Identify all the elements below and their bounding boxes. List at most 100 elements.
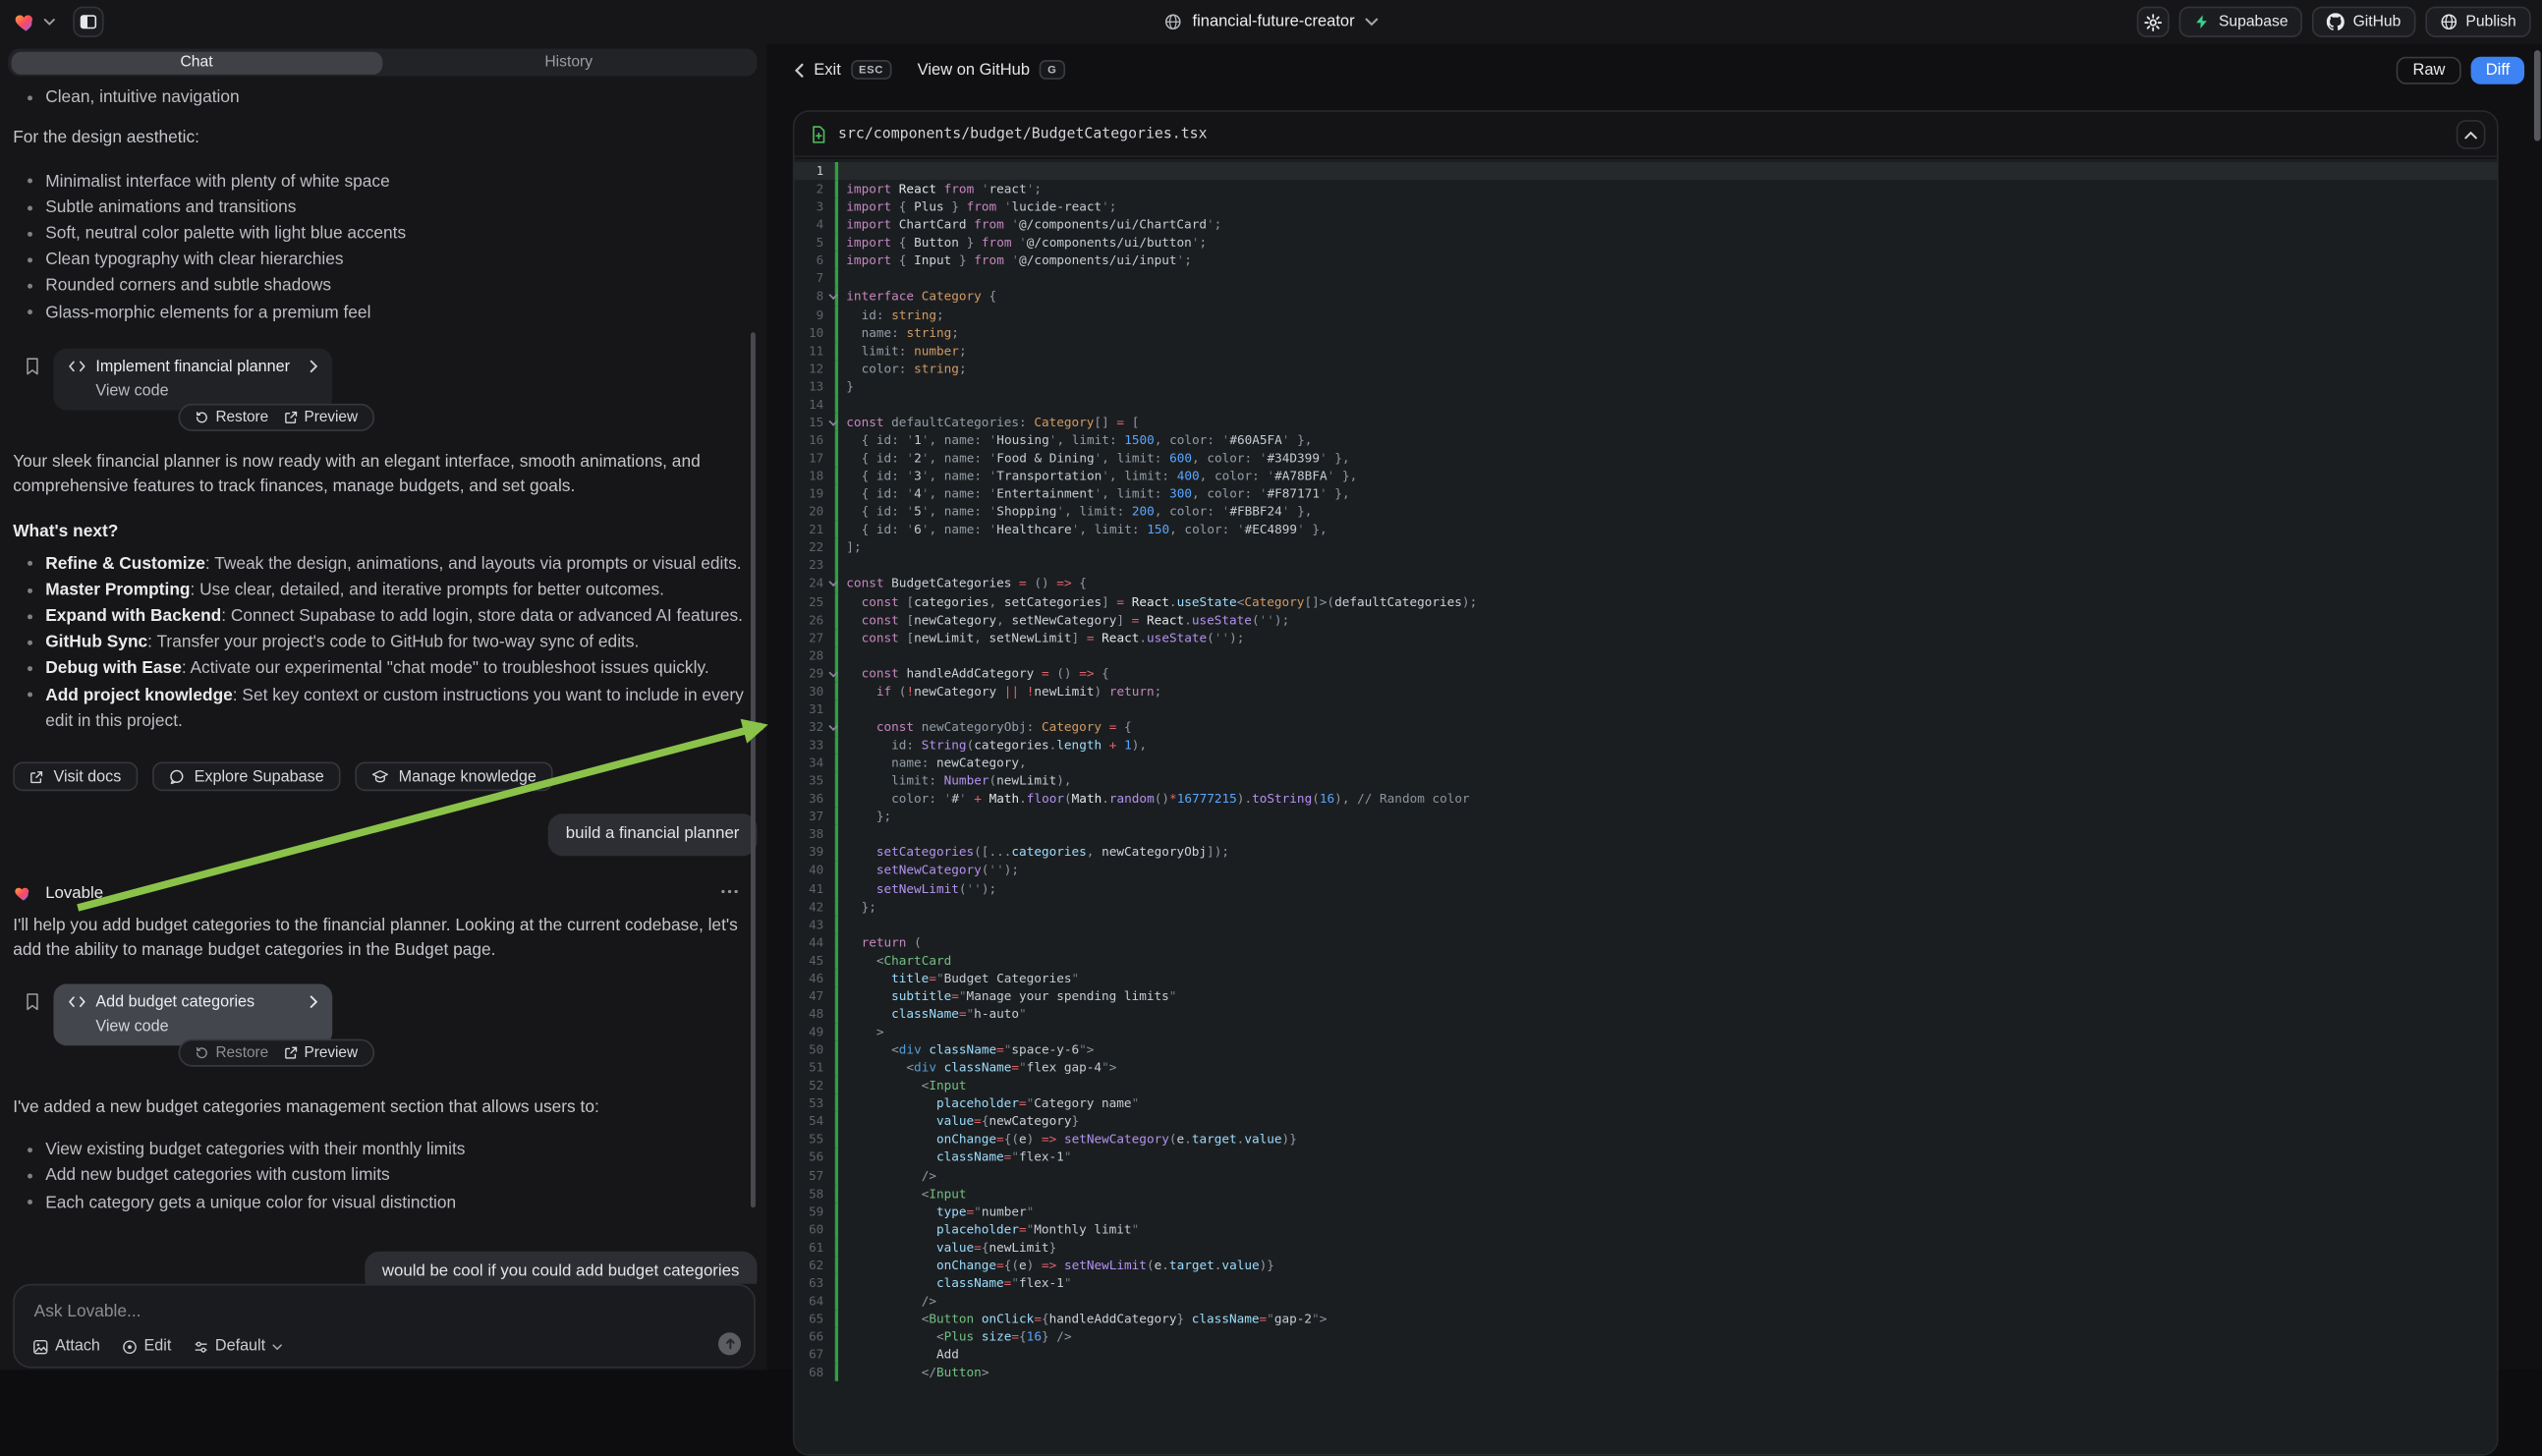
tab-chat[interactable]: Chat [11,51,383,74]
code-line-content: > [835,1023,2497,1040]
code-line-content: value={newCategory} [835,1112,2497,1130]
target-icon [121,1338,137,1355]
code-line: 23 [795,557,2498,575]
line-number: 49 [795,1023,827,1040]
tab-history[interactable]: History [382,51,755,74]
edit-card-implement-financial-planner[interactable]: Implement financial planner View code [53,348,332,410]
preview-label: Preview [304,1044,358,1061]
chat-input[interactable] [15,1285,754,1327]
code-line: 12 color: string; [795,360,2498,377]
more-options-button[interactable] [721,890,738,893]
code-lines: 12import React from 'react';3import { Pl… [795,162,2498,1381]
line-number: 48 [795,1005,827,1023]
code-line: 59 type="number" [795,1203,2498,1220]
restore-button[interactable]: Restore [195,409,268,425]
file-header[interactable]: src/components/budget/BudgetCategories.t… [795,112,2498,157]
suggestion-chips: Visit docs Explore Supabase Manage knowl… [13,762,757,792]
line-number: 17 [795,449,827,467]
manage-knowledge-button[interactable]: Manage knowledge [355,762,552,792]
edit-mode-button[interactable]: Edit [121,1337,171,1355]
code-line: 67 Add [795,1346,2498,1364]
diff-toggle-button[interactable]: Diff [2471,56,2524,84]
assistant-name: Lovable [45,884,103,902]
exit-button[interactable]: Exit ESC [795,60,892,80]
code-line-content: { id: '1', name: 'Housing', limit: 1500,… [835,431,2497,449]
line-number: 25 [795,592,827,610]
code-line: 7 [795,270,2498,288]
window-scrollbar[interactable] [2534,50,2540,140]
app-window: financial-future-creator Supabase [0,0,2542,1370]
edit-card-add-budget-categories[interactable]: Add budget categories View code [53,983,332,1045]
list-item: GitHub Sync: Transfer your project's cod… [45,630,757,656]
edit-card-title: Add budget categories [95,993,254,1011]
code-line: 40 setNewCategory(''); [795,862,2498,879]
publish-button[interactable]: Publish [2425,7,2531,37]
restore-button[interactable]: Restore [195,1044,268,1061]
line-number: 66 [795,1327,827,1345]
code-line-content: color: string; [835,360,2497,377]
preview-button[interactable]: Preview [283,409,358,425]
list-item: Clean typography with clear hierarchies [45,247,757,273]
line-number: 44 [795,933,827,951]
attach-button[interactable]: Attach [32,1337,100,1355]
code-line-content: name: newCategory, [835,754,2497,771]
view-on-github-button[interactable]: View on GitHub G [918,60,1065,80]
bookmark-icon[interactable] [25,357,41,376]
explore-supabase-button[interactable]: Explore Supabase [152,762,341,792]
code-line-content: subtitle="Manage your spending limits" [835,987,2497,1005]
code-line: 27 const [newLimit, setNewLimit] = React… [795,629,2498,646]
code-line-content: import ChartCard from '@/components/ui/C… [835,216,2497,234]
model-mode-dropdown[interactable]: Default [193,1337,282,1355]
code-editor[interactable]: 12import React from 'react';3import { Pl… [795,159,2498,1454]
chevron-down-icon [272,1343,282,1350]
code-line: 45 <ChartCard [795,951,2498,969]
raw-toggle-button[interactable]: Raw [2397,56,2461,84]
supabase-icon [2194,13,2211,30]
github-button[interactable]: GitHub [2312,7,2415,37]
code-line: 56 className="flex-1" [795,1148,2498,1166]
line-number: 57 [795,1166,827,1184]
collapse-file-button[interactable] [2457,120,2486,149]
bookmark-icon[interactable] [25,992,41,1012]
settings-button[interactable] [2137,7,2170,37]
code-line-content [835,270,2497,288]
code-line: 26 const [newCategory, setNewCategory] =… [795,610,2498,628]
view-on-github-label: View on GitHub [918,61,1030,79]
code-line: 57 /> [795,1166,2498,1184]
line-number: 1 [795,162,827,180]
external-link-icon [29,769,44,784]
code-line-content: className="flex-1" [835,1274,2497,1292]
restore-icon [195,1045,209,1060]
code-line: 36 color: '#' + Math.floor(Math.random()… [795,790,2498,808]
view-code-link[interactable]: View code [95,382,317,400]
code-line: 31 [795,700,2498,718]
line-number: 28 [795,646,827,664]
exit-label: Exit [814,61,841,79]
supabase-button[interactable]: Supabase [2179,7,2302,37]
code-line-content: const BudgetCategories = () => { [835,575,2497,592]
code-line: 28 [795,646,2498,664]
mode-label: Default [215,1337,265,1355]
project-name: financial-future-creator [1193,13,1355,30]
line-number: 23 [795,557,827,575]
code-line-content: value={newLimit} [835,1238,2497,1256]
view-code-link[interactable]: View code [95,1018,317,1036]
code-line-content: name: string; [835,323,2497,341]
code-line-content: const newCategoryObj: Category = { [835,718,2497,736]
restore-preview-pill: Restore Preview [179,404,374,431]
preview-button[interactable]: Preview [283,1044,358,1061]
send-button[interactable] [718,1332,741,1355]
visit-docs-button[interactable]: Visit docs [13,762,138,792]
list-item: Add project knowledge: Set key context o… [45,682,757,734]
code-line: 51 <div className="flex gap-4"> [795,1059,2498,1077]
chat-scrollbar[interactable] [750,332,755,1207]
file-path: src/components/budget/BudgetCategories.t… [838,126,1208,142]
code-line: 61 value={newLimit} [795,1238,2498,1256]
preview-label: Preview [304,409,358,425]
chip-label: Explore Supabase [195,767,324,785]
code-line-content: setNewLimit(''); [835,879,2497,897]
line-number: 18 [795,467,827,484]
code-line-content: { id: '6', name: 'Healthcare', limit: 15… [835,521,2497,538]
line-number: 19 [795,485,827,503]
code-line-content: placeholder="Monthly limit" [835,1220,2497,1238]
